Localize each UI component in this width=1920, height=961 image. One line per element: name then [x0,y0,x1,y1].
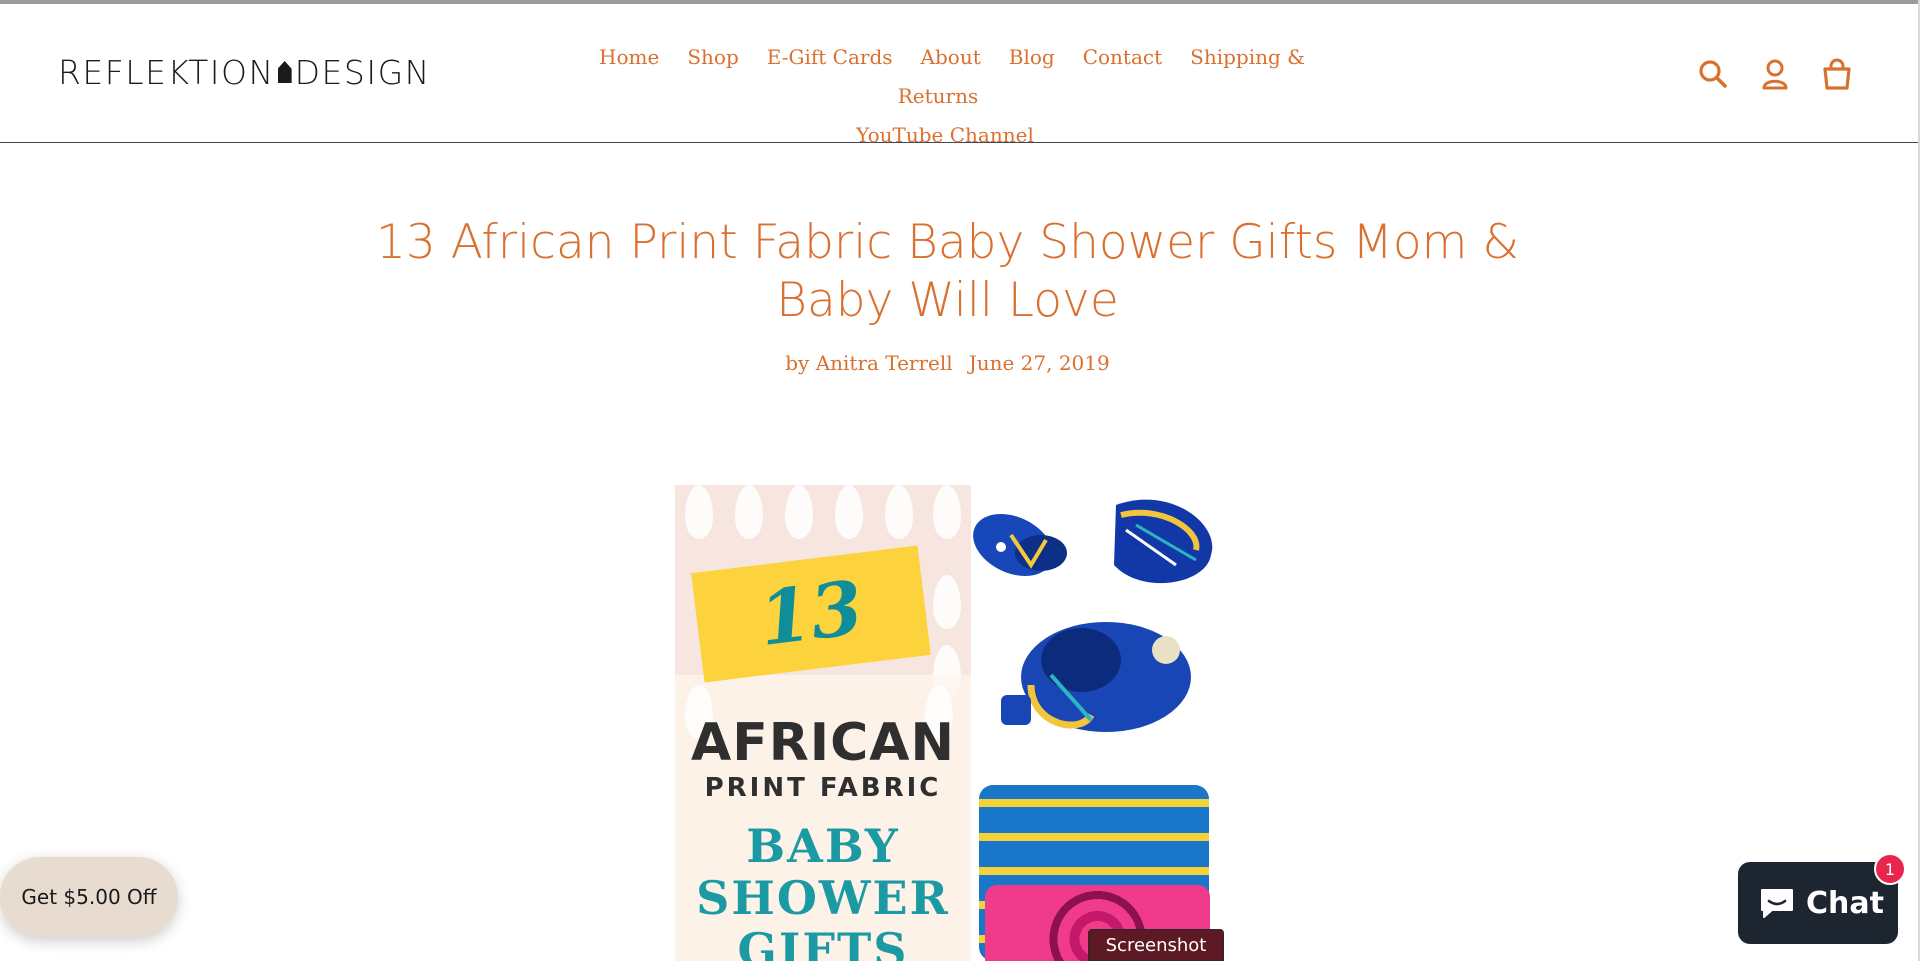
nav-shop[interactable]: Shop [687,45,738,69]
logo-house-icon [277,61,292,83]
hero-number: 13 [754,565,868,663]
logo-text-right: DESIGN [294,52,431,92]
hero-line-shower: SHOWER [696,871,950,925]
header-icons [1696,57,1854,91]
article-title: 13 African Print Fabric Baby Shower Gift… [376,215,1519,328]
baby-shoes-photo [973,499,1213,732]
article-date: June 27, 2019 [968,351,1110,375]
article-byline: by Anitra Terrell June 27, 2019 [560,351,1335,375]
hero-line-baby: BABY [746,819,900,873]
article-author: by Anitra Terrell [785,351,953,375]
main-nav: Home Shop E-Gift Cards About Blog Contact Ship… [560,38,1330,155]
chat-notification-badge: 1 [1874,853,1906,885]
hero-line-african: AFRICAN [690,713,956,773]
hero-number-card: 13 [691,545,931,683]
screenshot-tag[interactable]: Screenshot [1088,929,1224,961]
search-icon[interactable] [1696,57,1730,91]
hero-line-baby-shower-gifts: BABY SHOWER GIFTS [675,820,971,961]
hero-graphic-panel: 13 AFRICAN PRINT FABRIC BABY SHOWER GIFT… [675,485,971,961]
logo-text-left: REFLEKTION [58,52,275,92]
get-discount-button[interactable]: Get $5.00 Off [0,857,178,937]
site-header: REFLEKTION DESIGN Home Shop E-Gift Cards Ab… [0,4,1920,147]
nav-home[interactable]: Home [599,45,659,69]
hero-product-photos [971,485,1220,961]
article-hero-image: 13 AFRICAN PRINT FABRIC BABY SHOWER GIFT… [675,485,1220,961]
nav-youtube-channel[interactable]: YouTube Channel [856,123,1034,147]
account-icon[interactable] [1758,57,1792,91]
hero-line-gifts: GIFTS [737,923,909,961]
cart-icon[interactable] [1820,57,1854,91]
hero-line-print-fabric: PRINT FABRIC [704,773,942,803]
site-logo[interactable]: REFLEKTION DESIGN [58,52,431,92]
chat-label: Chat [1806,885,1884,921]
nav-egift-cards[interactable]: E-Gift Cards [767,45,893,69]
chat-bubble-icon [1761,889,1793,918]
nav-contact[interactable]: Contact [1083,45,1162,69]
nav-about[interactable]: About [921,45,981,69]
nav-blog[interactable]: Blog [1009,45,1055,69]
